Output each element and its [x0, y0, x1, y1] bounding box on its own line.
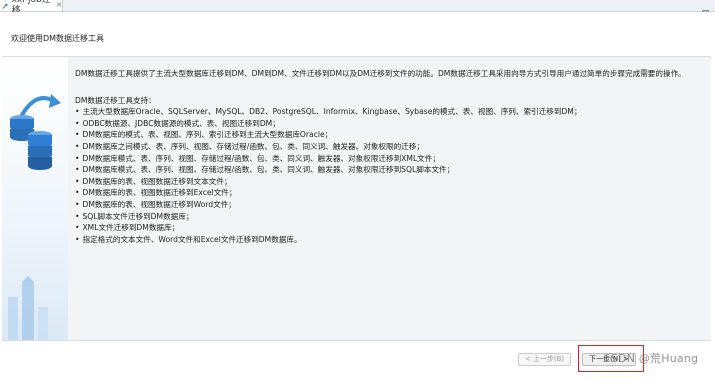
window-controls — [690, 0, 709, 17]
list-item: SQL脚本文件迁移到DM数据库； — [75, 211, 711, 223]
list-item: DM数据库之间模式、表、序列、视图、存储过程/函数、包、类、同义词、触发器、对象… — [75, 141, 711, 153]
migration-tab-icon — [2, 3, 8, 9]
list-item: 指定格式的文本文件、Word文件和Excel文件迁移到DM数据库。 — [75, 234, 711, 246]
editor-tab-bar: xxl-job迁移 ✕ — [0, 0, 715, 17]
list-item: DM数据库的表、视图数据迁移到Excel文件； — [75, 187, 711, 199]
page-title: 欢迎使用DM数据迁移工具 — [11, 34, 105, 43]
intro-text: DM数据迁移工具提供了主流大型数据库迁移到DM、DM到DM、文件迁移到DM以及D… — [75, 69, 686, 78]
list-item: XML文件迁移到DM数据库； — [75, 222, 711, 234]
wizard-body: DM数据迁移工具提供了主流大型数据库迁移到DM、DM到DM、文件迁移到DM以及D… — [2, 57, 711, 340]
list-item: DM数据库模式、表、序列、视图、存储过程/函数、包、类、同义词、触发器、对象权限… — [75, 164, 711, 176]
list-item: DM数据库的表、视图数据迁移到Word文件； — [75, 199, 711, 211]
maximize-icon[interactable] — [702, 2, 709, 17]
minimize-icon[interactable] — [690, 2, 697, 15]
close-icon[interactable]: ✕ — [56, 0, 62, 11]
wizard-side-illustration — [2, 57, 68, 340]
tab-xxl-job-migration[interactable]: xxl-job迁移 ✕ — [0, 0, 63, 16]
list-item: DM数据库模式、表、序列、视图、存储过程/函数、包、类、同义词、触发器、对象权限… — [75, 153, 711, 165]
previous-button[interactable]: < 上一步(B) — [518, 353, 571, 366]
wizard-footer: < 上一步(B) 下一步(N) > CSDN @荒Huang — [2, 340, 711, 378]
welcome-content: DM数据迁移工具提供了主流大型数据库迁移到DM、DM到DM、文件迁移到DM以及D… — [68, 57, 711, 340]
wizard-header: 欢迎使用DM数据迁移工具 — [2, 12, 711, 57]
watermark: CSDN @荒Huang — [603, 352, 699, 365]
feature-list: 主流大型数据库Oracle、SQLServer、MySQL、DB2、Postgr… — [75, 106, 711, 245]
support-label: DM数据迁移工具支持： — [75, 95, 156, 105]
list-item: 主流大型数据库Oracle、SQLServer、MySQL、DB2、Postgr… — [75, 106, 711, 118]
list-item: ODBC数据源、JDBC数据源的模式、表、视图迁移到DM； — [75, 118, 711, 130]
arrow-icon — [20, 96, 56, 117]
list-item: DM数据库的模式、表、视图、序列、索引迁移到主流大型数据库Oracle； — [75, 129, 711, 141]
database-icon — [8, 94, 61, 340]
list-item: DM数据库的表、视图数据迁移到文本文件； — [75, 176, 711, 188]
